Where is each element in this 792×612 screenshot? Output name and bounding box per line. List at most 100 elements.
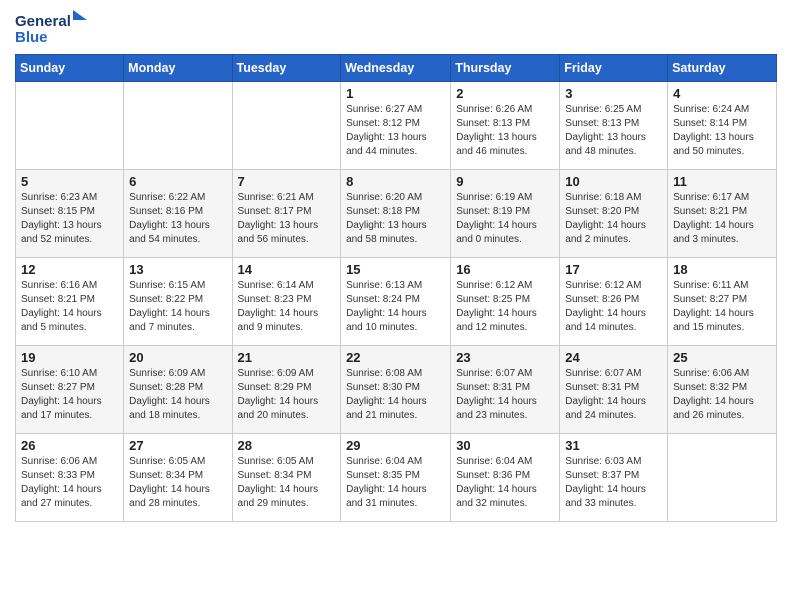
calendar-cell: 1 Sunrise: 6:27 AMSunset: 8:12 PMDaylight…	[341, 82, 451, 170]
day-number: 2	[456, 86, 554, 101]
day-number: 24	[565, 350, 662, 365]
calendar-week-row: 5 Sunrise: 6:23 AMSunset: 8:15 PMDaylight…	[16, 170, 777, 258]
calendar-table: SundayMondayTuesdayWednesdayThursdayFrid…	[15, 54, 777, 522]
day-number: 13	[129, 262, 226, 277]
weekday-header-thursday: Thursday	[451, 55, 560, 82]
calendar-cell: 11 Sunrise: 6:17 AMSunset: 8:21 PMDayligh…	[668, 170, 777, 258]
day-info: Sunrise: 6:21 AMSunset: 8:17 PMDaylight:…	[238, 191, 336, 247]
day-number: 23	[456, 350, 554, 365]
day-info: Sunrise: 6:03 AMSunset: 8:37 PMDaylight:…	[565, 455, 662, 511]
day-number: 25	[673, 350, 771, 365]
day-number: 20	[129, 350, 226, 365]
calendar-cell: 13 Sunrise: 6:15 AMSunset: 8:22 PMDayligh…	[124, 258, 232, 346]
weekday-header-friday: Friday	[560, 55, 668, 82]
day-number: 29	[346, 438, 445, 453]
calendar-cell: 20 Sunrise: 6:09 AMSunset: 8:28 PMDayligh…	[124, 346, 232, 434]
day-number: 17	[565, 262, 662, 277]
calendar-cell: 14Sunrise: 6:14 AMSunset: 8:23 PMDayligh…	[232, 258, 341, 346]
day-number: 26	[21, 438, 118, 453]
calendar-cell: 7 Sunrise: 6:21 AMSunset: 8:17 PMDaylight…	[232, 170, 341, 258]
day-info: Sunrise: 6:13 AMSunset: 8:24 PMDaylight:…	[346, 279, 445, 335]
day-info: Sunrise: 6:23 AMSunset: 8:15 PMDaylight:…	[21, 191, 118, 247]
calendar-cell: 30 Sunrise: 6:04 AMSunset: 8:36 PMDayligh…	[451, 434, 560, 522]
day-number: 18	[673, 262, 771, 277]
day-info: Sunrise: 6:07 AMSunset: 8:31 PMDaylight:…	[565, 367, 662, 423]
day-number: 7	[238, 174, 336, 189]
day-number: 5	[21, 174, 118, 189]
calendar-cell	[124, 82, 232, 170]
day-info: Sunrise: 6:12 AMSunset: 8:26 PMDaylight:…	[565, 279, 662, 335]
calendar-cell: 22 Sunrise: 6:08 AMSunset: 8:30 PMDayligh…	[341, 346, 451, 434]
day-number: 22	[346, 350, 445, 365]
weekday-header-monday: Monday	[124, 55, 232, 82]
svg-text:General: General	[15, 13, 71, 30]
calendar-cell: 6Sunrise: 6:22 AMSunset: 8:16 PMDaylight…	[124, 170, 232, 258]
day-info: Sunrise: 6:08 AMSunset: 8:30 PMDaylight:…	[346, 367, 445, 423]
day-number: 1	[346, 86, 445, 101]
day-info: Sunrise: 6:07 AMSunset: 8:31 PMDaylight:…	[456, 367, 554, 423]
calendar-cell: 12Sunrise: 6:16 AMSunset: 8:21 PMDayligh…	[16, 258, 124, 346]
calendar-week-row: 12Sunrise: 6:16 AMSunset: 8:21 PMDayligh…	[16, 258, 777, 346]
calendar-week-row: 26 Sunrise: 6:06 AMSunset: 8:33 PMDayligh…	[16, 434, 777, 522]
day-info: Sunrise: 6:12 AMSunset: 8:25 PMDaylight:…	[456, 279, 554, 335]
day-number: 3	[565, 86, 662, 101]
day-number: 10	[565, 174, 662, 189]
weekday-header-saturday: Saturday	[668, 55, 777, 82]
day-info: Sunrise: 6:19 AMSunset: 8:19 PMDaylight:…	[456, 191, 554, 247]
calendar-cell: 8 Sunrise: 6:20 AMSunset: 8:18 PMDaylight…	[341, 170, 451, 258]
day-info: Sunrise: 6:27 AMSunset: 8:12 PMDaylight:…	[346, 103, 445, 159]
day-number: 16	[456, 262, 554, 277]
day-number: 15	[346, 262, 445, 277]
day-number: 27	[129, 438, 226, 453]
calendar-cell: 28 Sunrise: 6:05 AMSunset: 8:34 PMDayligh…	[232, 434, 341, 522]
calendar-week-row: 1 Sunrise: 6:27 AMSunset: 8:12 PMDaylight…	[16, 82, 777, 170]
day-number: 31	[565, 438, 662, 453]
weekday-header-tuesday: Tuesday	[232, 55, 341, 82]
day-number: 21	[238, 350, 336, 365]
calendar-cell: 10Sunrise: 6:18 AMSunset: 8:20 PMDayligh…	[560, 170, 668, 258]
calendar-cell: 5 Sunrise: 6:23 AMSunset: 8:15 PMDaylight…	[16, 170, 124, 258]
day-info: Sunrise: 6:25 AMSunset: 8:13 PMDaylight:…	[565, 103, 662, 159]
day-info: Sunrise: 6:16 AMSunset: 8:21 PMDaylight:…	[21, 279, 118, 335]
day-number: 30	[456, 438, 554, 453]
day-number: 6	[129, 174, 226, 189]
day-number: 9	[456, 174, 554, 189]
logo: GeneralBlue	[15, 10, 95, 46]
svg-text:Blue: Blue	[15, 29, 48, 46]
day-info: Sunrise: 6:05 AMSunset: 8:34 PMDaylight:…	[129, 455, 226, 511]
day-number: 14	[238, 262, 336, 277]
day-info: Sunrise: 6:10 AMSunset: 8:27 PMDaylight:…	[21, 367, 118, 423]
calendar-cell: 2 Sunrise: 6:26 AMSunset: 8:13 PMDaylight…	[451, 82, 560, 170]
calendar-cell: 4 Sunrise: 6:24 AMSunset: 8:14 PMDaylight…	[668, 82, 777, 170]
day-number: 11	[673, 174, 771, 189]
day-info: Sunrise: 6:04 AMSunset: 8:36 PMDaylight:…	[456, 455, 554, 511]
weekday-header-row: SundayMondayTuesdayWednesdayThursdayFrid…	[16, 55, 777, 82]
calendar-cell: 3 Sunrise: 6:25 AMSunset: 8:13 PMDaylight…	[560, 82, 668, 170]
day-number: 19	[21, 350, 118, 365]
calendar-cell: 29 Sunrise: 6:04 AMSunset: 8:35 PMDayligh…	[341, 434, 451, 522]
day-number: 28	[238, 438, 336, 453]
day-info: Sunrise: 6:06 AMSunset: 8:33 PMDaylight:…	[21, 455, 118, 511]
day-number: 4	[673, 86, 771, 101]
calendar-cell: 16 Sunrise: 6:12 AMSunset: 8:25 PMDayligh…	[451, 258, 560, 346]
calendar-week-row: 19 Sunrise: 6:10 AMSunset: 8:27 PMDayligh…	[16, 346, 777, 434]
calendar-cell: 15 Sunrise: 6:13 AMSunset: 8:24 PMDayligh…	[341, 258, 451, 346]
calendar-cell: 27 Sunrise: 6:05 AMSunset: 8:34 PMDayligh…	[124, 434, 232, 522]
calendar-cell: 17 Sunrise: 6:12 AMSunset: 8:26 PMDayligh…	[560, 258, 668, 346]
day-info: Sunrise: 6:05 AMSunset: 8:34 PMDaylight:…	[238, 455, 336, 511]
day-info: Sunrise: 6:17 AMSunset: 8:21 PMDaylight:…	[673, 191, 771, 247]
day-number: 8	[346, 174, 445, 189]
calendar-cell: 25Sunrise: 6:06 AMSunset: 8:32 PMDayligh…	[668, 346, 777, 434]
day-info: Sunrise: 6:20 AMSunset: 8:18 PMDaylight:…	[346, 191, 445, 247]
day-info: Sunrise: 6:26 AMSunset: 8:13 PMDaylight:…	[456, 103, 554, 159]
day-info: Sunrise: 6:09 AMSunset: 8:28 PMDaylight:…	[129, 367, 226, 423]
calendar-cell: 31 Sunrise: 6:03 AMSunset: 8:37 PMDayligh…	[560, 434, 668, 522]
weekday-header-wednesday: Wednesday	[341, 55, 451, 82]
day-info: Sunrise: 6:15 AMSunset: 8:22 PMDaylight:…	[129, 279, 226, 335]
logo-svg: GeneralBlue	[15, 10, 95, 46]
day-info: Sunrise: 6:04 AMSunset: 8:35 PMDaylight:…	[346, 455, 445, 511]
calendar-cell	[16, 82, 124, 170]
calendar-cell: 9 Sunrise: 6:19 AMSunset: 8:19 PMDaylight…	[451, 170, 560, 258]
page-header: GeneralBlue	[15, 10, 777, 46]
day-info: Sunrise: 6:24 AMSunset: 8:14 PMDaylight:…	[673, 103, 771, 159]
